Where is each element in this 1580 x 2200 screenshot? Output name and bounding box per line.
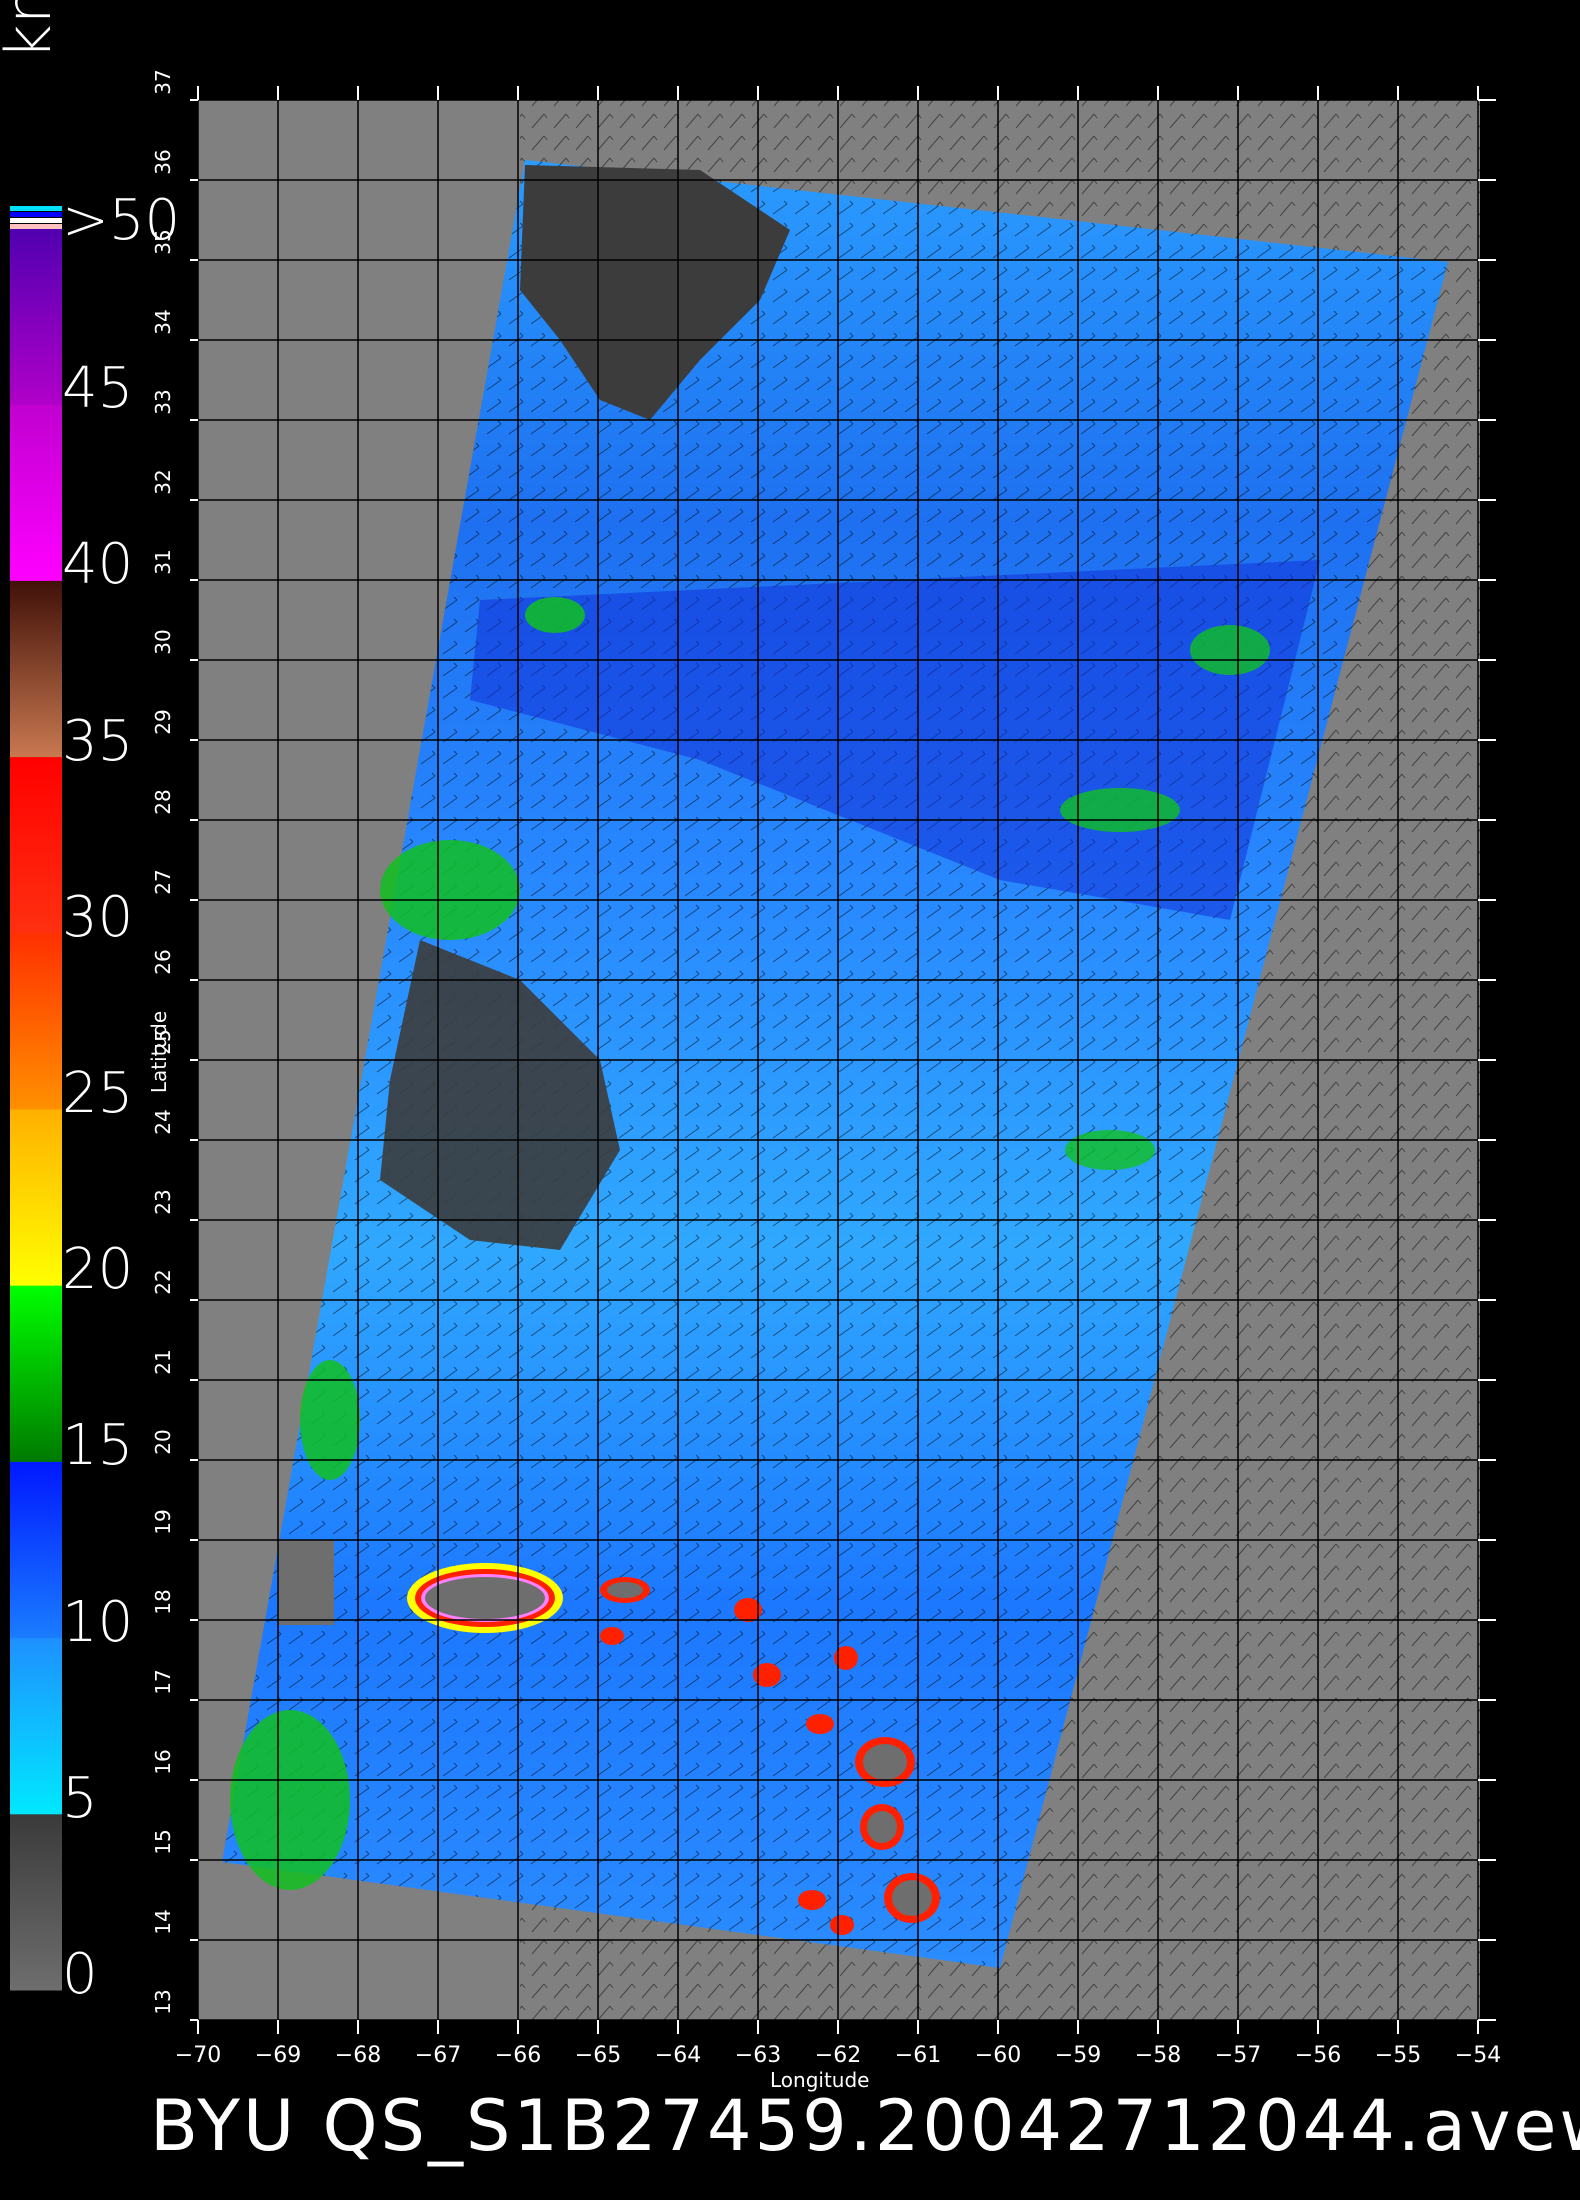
colorbar-band [10,580,62,758]
y-tick-label: 15 [151,1829,175,1855]
colorbar-band [10,1285,62,1462]
wind-speed-colorbar [10,206,62,1991]
image-title: BYU QS_S1B27459.20042712044.avew [150,2085,1580,2167]
colorbar-overflow-swatch [10,218,62,223]
colorbar-label: 40 [62,532,134,598]
x-tick-label: −56 [1294,2043,1342,2068]
colorbar-band [10,1461,62,1639]
y-tick-label: 19 [151,1509,175,1535]
x-tick-label: −70 [174,2043,222,2068]
y-tick-label: 22 [151,1269,175,1295]
y-tick-label: 33 [151,389,175,415]
green-patch [380,840,520,940]
colorbar-band [10,404,62,581]
y-axis-title: Latitude [147,1010,172,1094]
colorbar-label: 5 [62,1765,98,1831]
x-tick-label: −62 [814,2043,862,2068]
y-tick-label: 18 [151,1589,175,1615]
y-tick-label: 28 [151,789,175,815]
x-tick-label: −57 [1214,2043,1262,2068]
y-tick-label: 23 [151,1189,175,1215]
y-tick-label: 20 [151,1429,175,1455]
y-tick-label: 13 [151,1989,175,2015]
y-tick-label: 26 [151,949,175,975]
colorbar-band [10,1109,62,1286]
green-patch [525,597,585,633]
y-tick-label: 14 [151,1909,175,1935]
green-patch [230,1710,350,1890]
colorbar-overflow-swatch [10,206,62,211]
y-tick-label: 32 [151,469,175,495]
colorbar-band [10,228,62,405]
y-tick-label: 36 [151,149,175,175]
colorbar-label: 0 [62,1942,98,2007]
x-tick-label: −54 [1454,2043,1502,2068]
y-tick-label: 24 [151,1109,175,1135]
colorbar-band [10,932,62,1110]
y-tick-label: 16 [151,1749,175,1775]
x-tick-label: −61 [894,2043,942,2068]
y-tick-label: 37 [151,69,175,95]
x-tick-label: −59 [1054,2043,1102,2068]
colorbar-label: 45 [62,356,134,422]
y-tick-label: 30 [151,629,175,655]
colorbar-band [10,1813,62,1991]
colorbar-label: 30 [62,884,134,950]
colorbar-overflow-swatch [10,212,62,217]
colorbar-band [10,756,62,934]
colorbar-label: 15 [62,1413,134,1479]
x-tick-label: −63 [734,2043,782,2068]
y-tick-label: 27 [151,869,175,895]
x-tick-label: −69 [254,2043,302,2068]
colorbar-label: 35 [62,708,134,774]
colorbar-units-label: knots [0,0,65,60]
y-tick-label: 29 [151,709,175,735]
x-tick-label: −68 [334,2043,382,2068]
x-tick-label: −60 [974,2043,1022,2068]
colorbar-label: 10 [62,1589,134,1655]
colorbar-band [10,1637,62,1815]
x-tick-label: −65 [574,2043,622,2068]
y-tick-label: 31 [151,549,175,575]
x-tick-label: −55 [1374,2043,1422,2068]
wind-map [10,86,1496,2034]
colorbar-label: 20 [62,1237,134,1303]
x-tick-label: −64 [654,2043,702,2068]
green-patch [1190,625,1270,675]
x-tick-label: −66 [494,2043,542,2068]
x-tick-label: −67 [414,2043,462,2068]
y-tick-label: 34 [151,309,175,335]
x-tick-label: −58 [1134,2043,1182,2068]
y-tick-label: 17 [151,1669,175,1695]
colorbar-overflow-swatch [10,224,62,229]
green-patch [300,1360,360,1480]
y-tick-label: 35 [151,229,175,255]
colorbar-label: 25 [62,1061,134,1126]
y-tick-label: 21 [151,1349,175,1375]
